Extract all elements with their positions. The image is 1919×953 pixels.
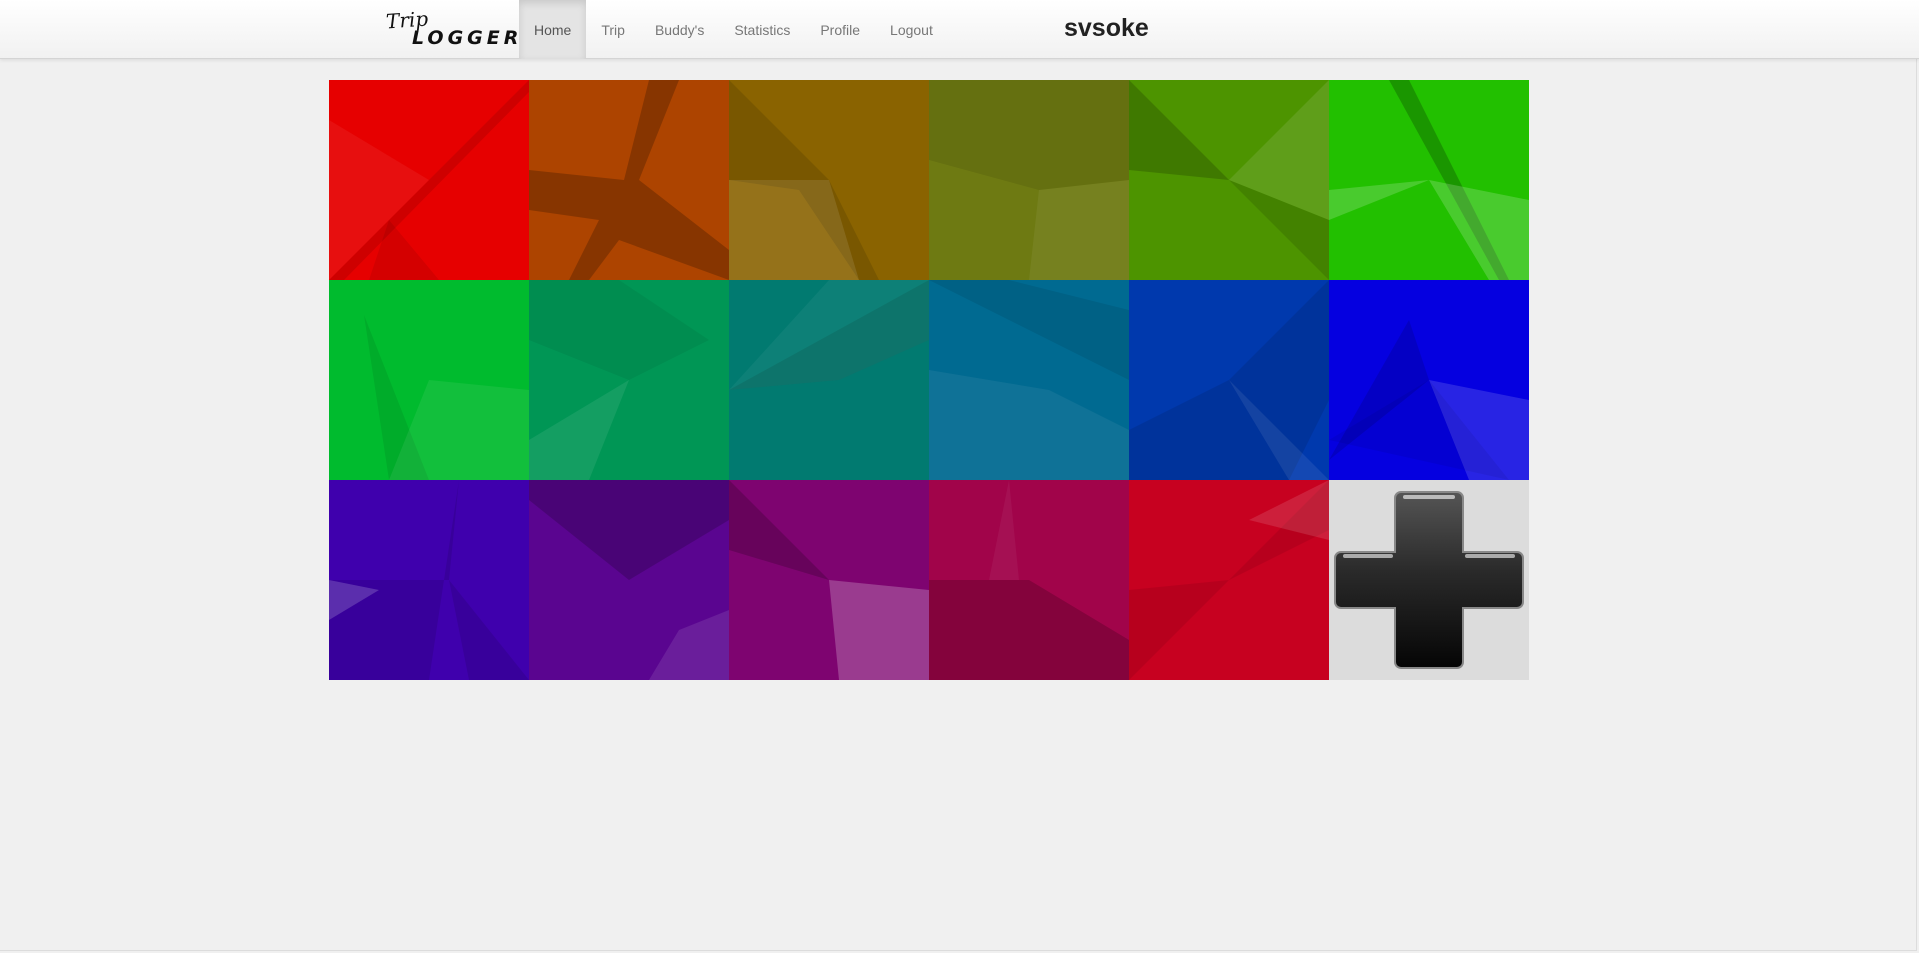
trip-tile-grid (329, 80, 1529, 680)
trip-tile[interactable] (929, 80, 1129, 280)
tile-pattern (329, 280, 529, 480)
trip-tile[interactable] (329, 480, 529, 680)
trip-tile[interactable] (929, 480, 1129, 680)
trip-tile[interactable] (929, 280, 1129, 480)
tile-pattern (1129, 80, 1329, 280)
tile-pattern (929, 280, 1129, 480)
trip-tile[interactable] (329, 280, 529, 480)
trip-tile[interactable] (729, 280, 929, 480)
nav-trip[interactable]: Trip (586, 0, 640, 59)
trip-tile[interactable] (329, 80, 529, 280)
trip-tile[interactable] (529, 80, 729, 280)
trip-tile[interactable] (1329, 280, 1529, 480)
tile-pattern (929, 480, 1129, 680)
tile-pattern (529, 80, 729, 280)
nav-buddys[interactable]: Buddy's (640, 0, 719, 59)
brand-logo[interactable]: Trip LOGGER (385, 7, 518, 52)
top-navbar: Trip LOGGER Home Trip Buddy's Statistics… (0, 0, 1919, 59)
trip-tile[interactable] (529, 480, 729, 680)
tile-pattern (729, 480, 929, 680)
trip-tile[interactable] (1129, 280, 1329, 480)
trip-tile[interactable] (729, 480, 929, 680)
nav-profile[interactable]: Profile (805, 0, 875, 59)
nav-statistics[interactable]: Statistics (719, 0, 805, 59)
tile-pattern (729, 80, 929, 280)
tile-pattern (1129, 480, 1329, 680)
trip-tile[interactable] (1129, 480, 1329, 680)
nav-logout[interactable]: Logout (875, 0, 948, 59)
tile-pattern (329, 80, 529, 280)
tile-pattern (529, 280, 729, 480)
trip-tile[interactable] (1129, 80, 1329, 280)
add-trip-tile[interactable] (1329, 480, 1529, 680)
nav-home[interactable]: Home (519, 0, 587, 59)
username-heading: svsoke (1064, 14, 1149, 42)
tile-pattern (929, 80, 1129, 280)
main-nav: Home Trip Buddy's Statistics Profile Log… (519, 0, 948, 59)
trip-tile[interactable] (729, 80, 929, 280)
brand-logo-logger: LOGGER (412, 27, 523, 49)
tile-pattern (1329, 280, 1529, 480)
tile-pattern (1129, 280, 1329, 480)
tile-pattern (1329, 80, 1529, 280)
tile-pattern (329, 480, 529, 680)
tile-pattern (529, 480, 729, 680)
trip-tile[interactable] (529, 280, 729, 480)
plus-icon (1334, 491, 1524, 669)
tile-pattern (729, 280, 929, 480)
trip-tile[interactable] (1329, 80, 1529, 280)
